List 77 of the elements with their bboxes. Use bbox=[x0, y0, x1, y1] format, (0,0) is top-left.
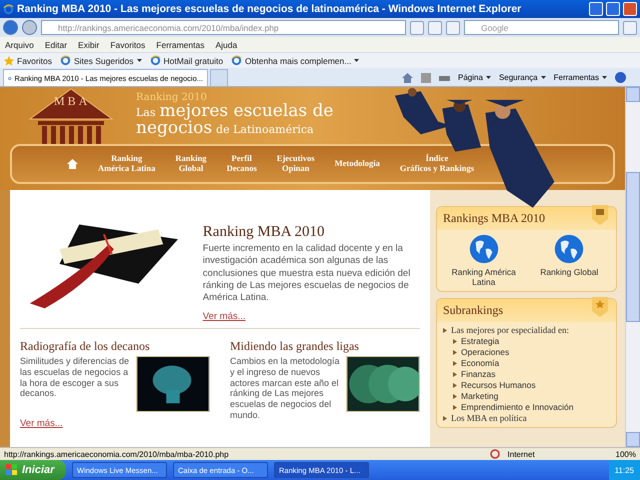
ranking-link[interactable]: Ranking Global bbox=[534, 267, 604, 277]
favorites-link[interactable]: HotMail gratuito bbox=[150, 55, 224, 66]
article-heading[interactable]: Midiendo las grandes ligas bbox=[230, 339, 420, 354]
bullet-icon bbox=[453, 405, 457, 410]
menu-item[interactable]: Favoritos bbox=[110, 40, 146, 50]
zone-label: Internet bbox=[508, 450, 536, 458]
scroll-down-button[interactable] bbox=[626, 432, 640, 447]
bullet-icon bbox=[453, 383, 457, 388]
scrollbar-thumb[interactable] bbox=[626, 172, 640, 322]
subranking-link[interactable]: Operaciones bbox=[461, 347, 510, 358]
subranking-link[interactable]: Recursos Humanos bbox=[461, 380, 536, 391]
caret-icon bbox=[486, 76, 491, 79]
kicker-text: Ranking 2010 bbox=[136, 93, 208, 103]
subranking-link[interactable]: Estrategia bbox=[461, 336, 500, 347]
favorites-link[interactable]: Obtenha mais complemen... bbox=[231, 55, 360, 66]
article-heading[interactable]: Radiografía de los decanos bbox=[20, 339, 210, 354]
bullet-icon bbox=[443, 416, 447, 421]
feature-heading: Ranking MBA 2010 bbox=[202, 224, 326, 241]
bullet-icon bbox=[453, 361, 457, 366]
command-menu[interactable]: Página bbox=[458, 73, 491, 82]
bullet-icon bbox=[453, 372, 457, 377]
menu-item[interactable]: Arquivo bbox=[5, 40, 34, 50]
bullet-icon bbox=[453, 350, 457, 355]
read-more-link[interactable]: Ver más... bbox=[202, 310, 420, 322]
home-icon[interactable] bbox=[67, 159, 78, 169]
star-icon bbox=[592, 297, 608, 317]
address-field[interactable]: http://rankings.americaeconomia.com/2010/mba/index.php bbox=[41, 20, 406, 35]
favorites-button[interactable]: Favoritos bbox=[4, 56, 52, 66]
feature-text: Fuerte incremento en la calidad docente y en la investigación académica son algunas de las conclusiones que muestra esta nueva edición del ránking de Las mejores escuelas de negocios de América Latina. bbox=[202, 243, 412, 305]
category-link[interactable]: Los MBA en política bbox=[451, 413, 527, 424]
globe-icon[interactable] bbox=[468, 234, 499, 264]
subranking-link[interactable]: Emprendimiento e Innovación bbox=[461, 402, 574, 413]
browser-icon bbox=[3, 4, 14, 14]
logo-text: MBA bbox=[54, 94, 90, 109]
command-menu[interactable]: Ferramentas bbox=[554, 73, 607, 82]
caret-icon bbox=[602, 76, 607, 79]
bullet-icon bbox=[453, 394, 457, 399]
home-icon[interactable] bbox=[402, 72, 414, 82]
command-menu[interactable]: Segurança bbox=[498, 73, 546, 82]
menu-item[interactable]: Ajuda bbox=[215, 40, 238, 50]
article-text: Cambios en la metodología y el ingreso de nuevos actores marcan este año el ránking de Las mejores escuelas de negocios del mundo. bbox=[230, 356, 341, 421]
subranking-link[interactable]: Economía bbox=[461, 358, 500, 369]
caret-icon bbox=[540, 76, 546, 79]
article-text: Similitudes y diferencias de las escuelas de negocios a la hora de escoger a sus decanos. bbox=[20, 356, 130, 400]
favorites-link[interactable]: Sites Sugeridos bbox=[60, 55, 142, 66]
windows-flag-icon bbox=[6, 464, 18, 476]
menu-item[interactable]: Editar bbox=[44, 40, 68, 50]
browser-icon bbox=[150, 55, 161, 66]
maximize-button[interactable] bbox=[606, 2, 620, 16]
clock: 11:25 bbox=[614, 466, 634, 474]
panel-heading: Subrankings bbox=[437, 299, 616, 322]
ranking-link[interactable]: Ranking América Latina bbox=[448, 267, 519, 287]
browser-icon bbox=[60, 55, 71, 66]
bullet-icon bbox=[443, 328, 447, 333]
site-subtitle: de Latinoamérica bbox=[216, 124, 314, 135]
browser-icon bbox=[231, 55, 242, 66]
category-heading: Las mejores por especialidad en: bbox=[451, 325, 569, 336]
panel-heading: Rankings MBA 2010 bbox=[437, 207, 616, 230]
read-more-link[interactable]: Ver más... bbox=[20, 418, 210, 429]
temple-icon bbox=[26, 87, 116, 144]
window-title: Ranking MBA 2010 - Las mejores escuelas de negocios de latinoamérica - Windows Internet Explorer bbox=[17, 3, 522, 15]
bullet-icon bbox=[453, 339, 457, 344]
status-url: http://rankings.americaeconomia.com/2010/mba/mba-2010.php bbox=[4, 450, 229, 458]
menu-item[interactable]: Exibir bbox=[78, 40, 100, 50]
site-title: Las bbox=[136, 107, 156, 118]
subranking-link[interactable]: Marketing bbox=[461, 391, 498, 402]
site-title: mejores escuelas de bbox=[160, 103, 334, 120]
globe-icon[interactable] bbox=[554, 234, 584, 264]
star-icon bbox=[4, 56, 14, 66]
close-button[interactable] bbox=[623, 2, 637, 16]
menu-item[interactable]: Ferramentas bbox=[156, 40, 204, 50]
forward-button[interactable] bbox=[22, 20, 37, 35]
subranking-link[interactable]: Finanzas bbox=[461, 369, 496, 380]
site-title: negocios bbox=[136, 120, 212, 137]
zoom-button[interactable]: 100% bbox=[616, 450, 636, 458]
back-button[interactable] bbox=[3, 20, 18, 35]
minimize-button[interactable] bbox=[589, 2, 603, 16]
